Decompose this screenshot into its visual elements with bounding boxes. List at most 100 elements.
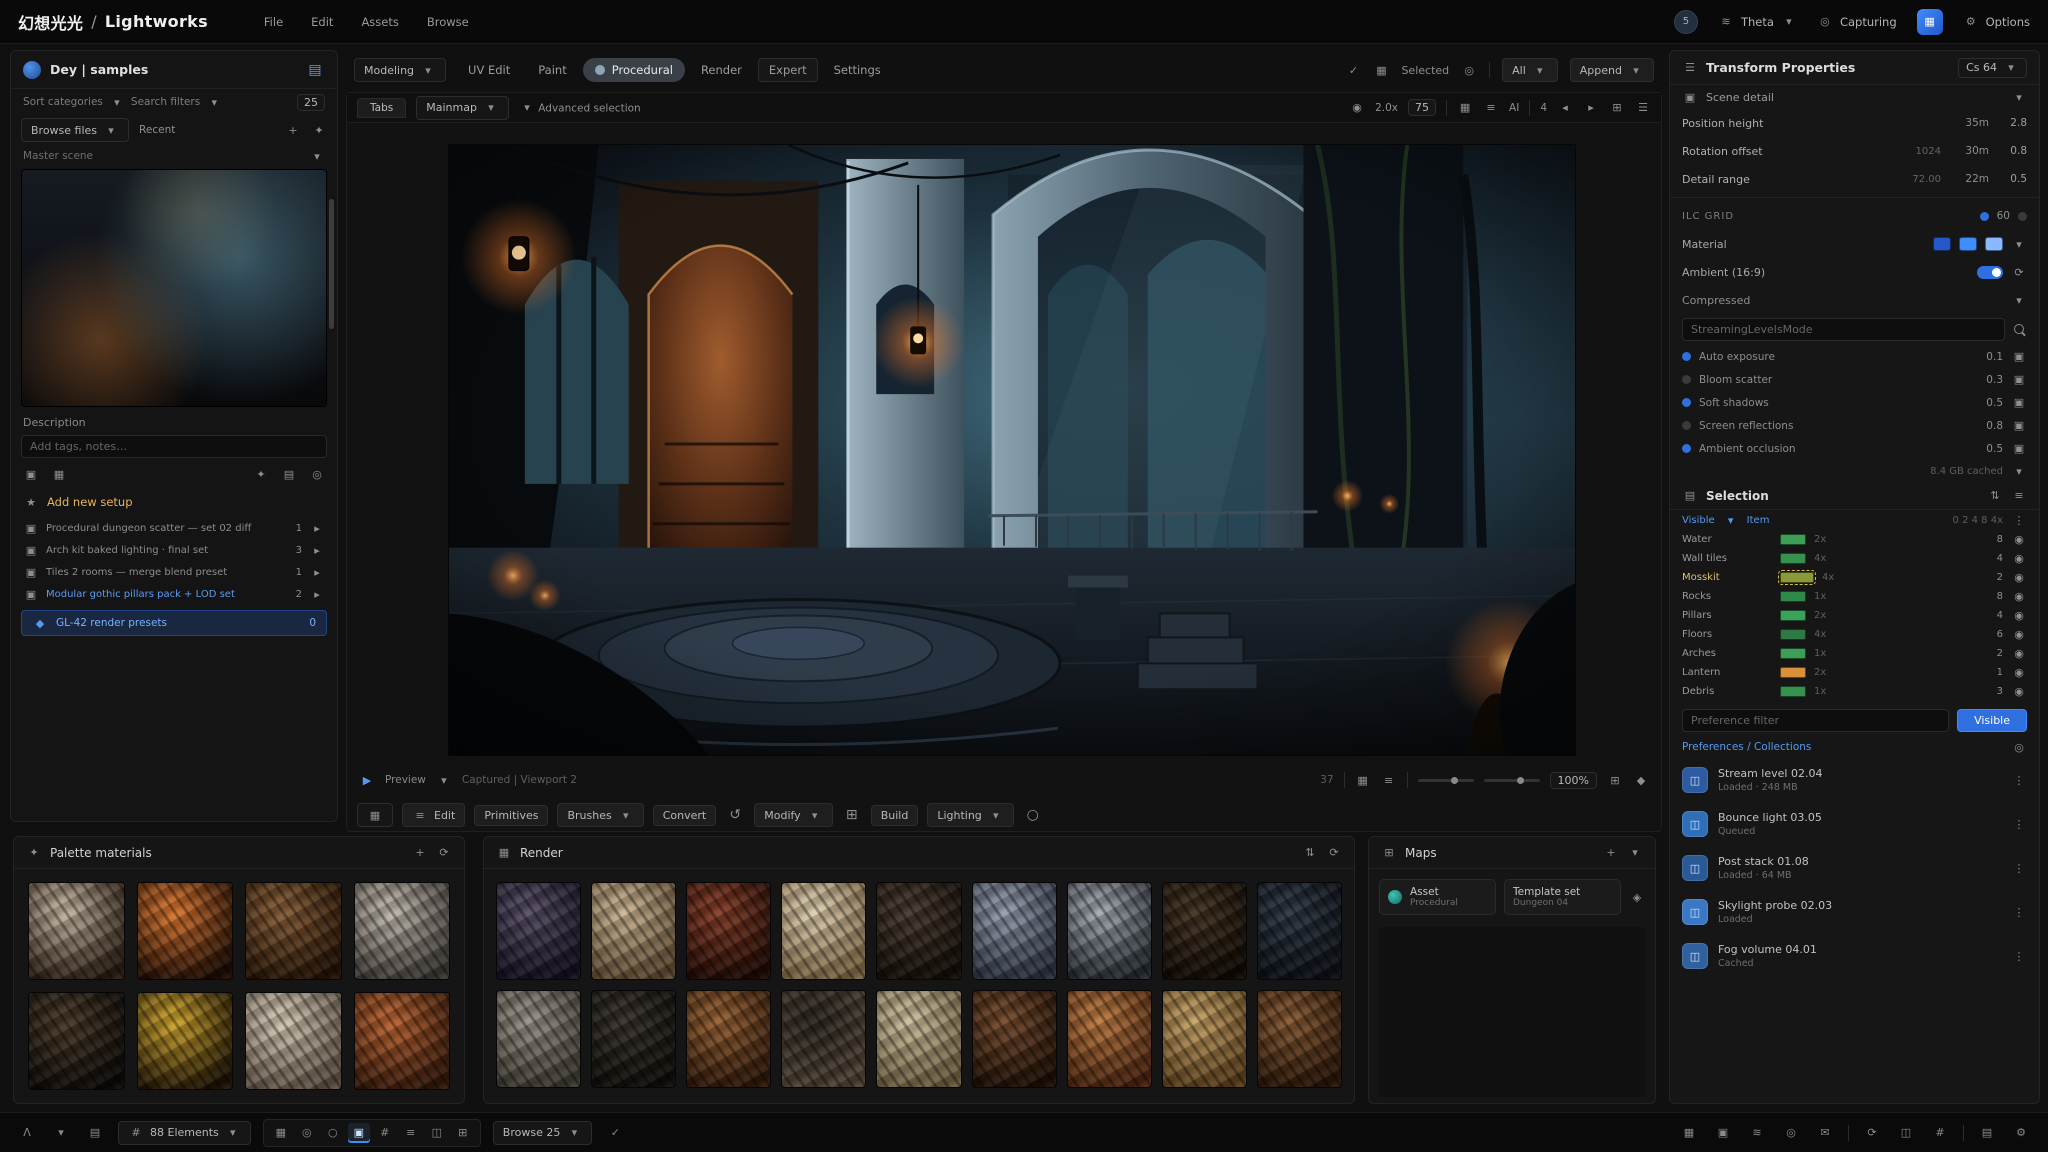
texture-swatch[interactable] (28, 992, 125, 1090)
refresh-icon[interactable]: ⟳ (436, 845, 452, 861)
lambda-icon[interactable]: Λ (16, 1123, 38, 1143)
eye-icon[interactable]: ◉ (2011, 551, 2027, 567)
box-icon[interactable]: ▣ (2011, 349, 2027, 365)
doc-icon[interactable]: ▤ (84, 1123, 106, 1143)
streaming-item[interactable]: ◫ Skylight probe 02.03 Loaded ⋮ (1670, 890, 2039, 934)
collections-row[interactable]: Preferences / Collections ◎ (1670, 736, 2039, 758)
user-avatar[interactable]: 5 (1674, 10, 1698, 34)
undo-icon[interactable]: ↺ (725, 805, 745, 825)
selection-row[interactable]: Pillars 2x 4 ◉ (1670, 606, 2039, 625)
cols-icon[interactable]: ◫ (426, 1123, 448, 1143)
check-icon[interactable]: ✓ (604, 1123, 626, 1143)
tag-input[interactable] (21, 435, 327, 458)
mode-dropdown[interactable]: Modeling ▾ (354, 58, 446, 82)
material-chip-1[interactable] (1933, 237, 1951, 251)
box-icon[interactable]: ▣ (2011, 441, 2027, 457)
check-dot[interactable] (1682, 375, 1691, 384)
asset-list-item[interactable]: ▣ Arch kit baked lighting · final set 3 … (11, 539, 337, 561)
box-icon[interactable]: ▣ (348, 1123, 370, 1143)
asset-slot[interactable]: Asset Procedural (1379, 879, 1496, 915)
target-icon[interactable]: ◎ (1780, 1123, 1802, 1143)
list-icon[interactable]: ≡ (1381, 772, 1397, 788)
check-icon[interactable]: ✓ (1345, 62, 1361, 78)
check-row[interactable]: Soft shadows 0.5 ▣ (1670, 391, 2039, 414)
texture-swatch[interactable] (1257, 882, 1342, 980)
gear-icon[interactable]: ⚙ (2010, 1123, 2032, 1143)
mode-tab[interactable]: Settings (822, 58, 893, 82)
selection-row[interactable]: Arches 1x 2 ◉ (1670, 644, 2039, 663)
diamond-icon[interactable]: ◆ (1633, 772, 1649, 788)
box-icon[interactable]: ▣ (1712, 1123, 1734, 1143)
box-icon[interactable]: ▣ (23, 466, 39, 482)
swap-icon[interactable]: ⇅ (1302, 845, 1318, 861)
refresh-icon[interactable]: ⟳ (2011, 264, 2027, 280)
dots-icon[interactable]: ⋮ (2011, 948, 2027, 964)
asset-list-item[interactable]: ▣ Procedural dungeon scatter — set 02 di… (11, 517, 337, 539)
advanced-selection-dropdown[interactable]: ▾ Advanced selection (519, 100, 641, 116)
cols-icon[interactable]: ◫ (1895, 1123, 1917, 1143)
eye-icon[interactable]: ◉ (2011, 570, 2027, 586)
eye-icon[interactable]: ◉ (2011, 608, 2027, 624)
prev-icon[interactable]: ◂ (1557, 100, 1573, 116)
texture-swatch[interactable] (354, 992, 451, 1090)
doc-icon[interactable]: ▤ (281, 466, 297, 482)
next-icon[interactable]: ▸ (1583, 100, 1599, 116)
selection-row[interactable]: Rocks 1x 8 ◉ (1670, 587, 2039, 606)
eye-icon[interactable]: ◉ (2011, 684, 2027, 700)
add-icon[interactable]: + (412, 845, 428, 861)
selection-row[interactable]: Wall tiles 4x 4 ◉ (1670, 549, 2039, 568)
primitives-tool[interactable]: Primitives (474, 805, 548, 826)
gamma-slider[interactable] (1484, 779, 1540, 782)
asset-list-item[interactable]: ▣ Tiles 2 rooms — merge blend preset 1 ▸ (11, 561, 337, 583)
texture-swatch[interactable] (591, 990, 676, 1088)
scrollbar[interactable] (329, 199, 334, 329)
streaming-search-input[interactable] (1682, 318, 2005, 341)
streaming-item[interactable]: ◫ Bounce light 03.05 Queued ⋮ (1670, 802, 2039, 846)
texture-swatch[interactable] (876, 990, 961, 1088)
material-chip-2[interactable] (1959, 237, 1977, 251)
check-row[interactable]: Screen reflections 0.8 ▣ (1670, 414, 2039, 437)
add-new-setup[interactable]: ★ Add new setup (11, 487, 337, 517)
texture-swatch[interactable] (1067, 990, 1152, 1088)
dots-icon[interactable]: ⋮ (2011, 860, 2027, 876)
dots-icon[interactable]: ⋮ (2011, 512, 2027, 528)
check-dot[interactable] (1682, 352, 1691, 361)
material-chip-3[interactable] (1985, 237, 2003, 251)
convert-tool[interactable]: Convert (653, 805, 717, 826)
swap-icon[interactable]: ⇅ (1987, 488, 2003, 504)
exposure-slider[interactable] (1418, 779, 1474, 782)
mode-tab[interactable]: Paint (526, 58, 578, 82)
selection-row[interactable]: Mosskit 4x 2 ◉ (1670, 568, 2039, 587)
tab-recent[interactable]: Recent (139, 124, 175, 136)
mode-tab[interactable]: Expert (758, 58, 818, 82)
check-row[interactable]: Bloom scatter 0.3 ▣ (1670, 368, 2039, 391)
texture-swatch[interactable] (245, 882, 342, 980)
texture-swatch[interactable] (591, 882, 676, 980)
col-item[interactable]: Item (1747, 515, 1770, 526)
selection-row[interactable]: Debris 1x 3 ◉ (1670, 682, 2039, 701)
doc-icon[interactable]: ▤ (1976, 1123, 1998, 1143)
property-row[interactable]: Rotation offset 1024 30m 0.8 (1670, 137, 2039, 165)
texture-swatch[interactable] (686, 882, 771, 980)
asset-list-item[interactable]: ▣ Modular gothic pillars pack + LOD set … (11, 583, 337, 605)
visible-button[interactable]: Visible (1957, 709, 2027, 732)
lighting-tool[interactable]: Lighting ▾ (927, 803, 1013, 827)
check-row[interactable]: Ambient occlusion 0.5 ▣ (1670, 437, 2039, 460)
eye-icon[interactable]: ◉ (1349, 100, 1365, 116)
target-icon[interactable]: ◎ (309, 466, 325, 482)
texture-swatch[interactable] (972, 882, 1057, 980)
streaming-item[interactable]: ◫ Fog volume 04.01 Cached ⋮ (1670, 934, 2039, 978)
cache-chip[interactable]: Cs 64 ▾ (1958, 58, 2027, 78)
mode-tab[interactable]: Render (689, 58, 754, 82)
menu-icon[interactable]: ☰ (1682, 60, 1698, 76)
box-icon[interactable]: ▣ (2011, 418, 2027, 434)
all-dropdown[interactable]: All ▾ (1502, 58, 1558, 82)
section-row[interactable]: ▣ Scene detail ▾ (1670, 85, 2039, 109)
refresh-icon[interactable]: ⟳ (1861, 1123, 1883, 1143)
eye-icon[interactable]: ◉ (2011, 589, 2027, 605)
selection-row[interactable]: Floors 4x 6 ◉ (1670, 625, 2039, 644)
wave-icon[interactable]: ≋ (1746, 1123, 1768, 1143)
workspace-button[interactable]: ▦ (1917, 9, 1943, 35)
elements-chip[interactable]: # 88 Elements ▾ (118, 1121, 251, 1145)
col-visible[interactable]: Visible (1682, 515, 1715, 526)
